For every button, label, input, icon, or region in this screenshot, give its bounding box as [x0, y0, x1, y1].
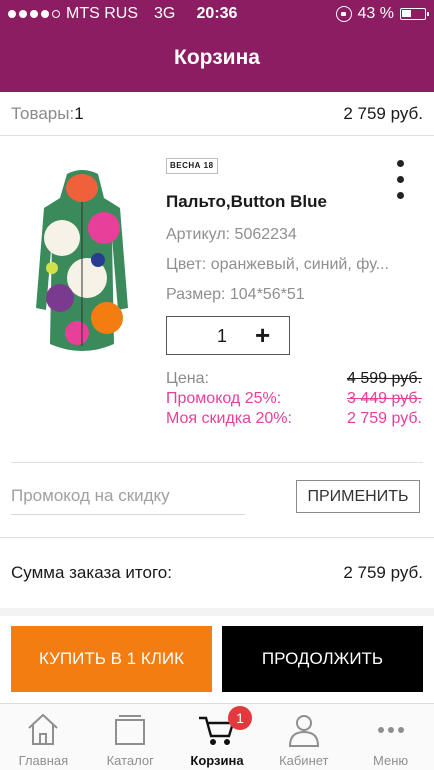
bottom-tab-bar: Главная Каталог Корзина Кабинет Меню [0, 703, 434, 770]
discount-price: 2 759 руб. [347, 410, 422, 427]
menu-icon [377, 727, 404, 733]
plus-icon[interactable]: + [255, 322, 270, 348]
tab-account-label: Кабинет [279, 753, 329, 768]
cart-count-badge: 1 [228, 706, 252, 730]
promo-price-row: Промокод 25%: 3 449 руб. [166, 390, 422, 408]
catalog-icon [115, 715, 146, 745]
divider [11, 462, 423, 463]
app-header: MTS RUS 3G 20:36 43 % Корзина [0, 0, 434, 92]
goods-label: Товары: [11, 103, 75, 123]
order-total-label: Сумма заказа итого: [11, 563, 172, 582]
page-title: Корзина [174, 46, 260, 69]
tab-home[interactable]: Главная [0, 704, 87, 770]
order-total-row: Сумма заказа итого: 2 759 руб. [0, 537, 434, 608]
tab-account[interactable]: Кабинет [260, 704, 347, 770]
product-color: Цвет: оранжевый, синий, фу... [166, 256, 389, 273]
product-name[interactable]: Пальто,Button Blue [166, 192, 327, 212]
continue-button[interactable]: ПРОДОЛЖИТЬ [222, 626, 423, 692]
home-icon [28, 713, 59, 745]
product-sku: Артикул: 5062234 [166, 226, 297, 243]
product-size: Размер: 104*56*51 [166, 286, 305, 303]
quantity-value: 1 [217, 326, 228, 346]
battery-percent: 43 % [357, 5, 394, 22]
goods-summary-row: Товары:1 2 759 руб. [0, 92, 434, 136]
promo-label: Промокод 25%: [166, 390, 282, 407]
user-icon [288, 715, 319, 747]
battery-icon [400, 8, 429, 20]
apply-promo-button[interactable]: ПРИМЕНИТЬ [296, 480, 420, 513]
price-label: Цена: [166, 370, 209, 387]
tab-home-label: Главная [18, 753, 69, 768]
cart-item: ВЕСНА 18 Пальто,Button Blue Артикул: 506… [0, 136, 434, 462]
goods-total: 2 759 руб. [343, 103, 423, 123]
promo-price: 3 449 руб. [347, 390, 422, 407]
tab-cart-label: Корзина [190, 753, 244, 768]
tab-menu-label: Меню [373, 753, 409, 768]
tab-catalog[interactable]: Каталог [87, 704, 174, 770]
price-row: Цена: 4 599 руб. [166, 370, 422, 388]
section-separator [0, 608, 434, 616]
order-total-value: 2 759 руб. [343, 563, 423, 582]
discount-label: Моя скидка 20%: [166, 410, 292, 427]
rotation-lock-icon [335, 6, 352, 22]
quantity-stepper: 1 + [166, 316, 290, 355]
tab-menu[interactable]: Меню [347, 704, 434, 770]
buy-one-click-button[interactable]: КУПИТЬ В 1 КЛИК [11, 626, 212, 692]
discount-price-row: Моя скидка 20%: 2 759 руб. [166, 410, 422, 428]
tab-catalog-label: Каталог [106, 753, 154, 768]
status-bar: MTS RUS 3G 20:36 43 % [0, 0, 434, 30]
price-original: 4 599 руб. [347, 370, 422, 387]
more-options-icon[interactable] [394, 160, 406, 204]
goods-count: 1 [74, 103, 84, 123]
season-badge: ВЕСНА 18 [166, 158, 218, 174]
product-image[interactable] [32, 168, 132, 358]
promo-code-input[interactable] [11, 478, 245, 515]
